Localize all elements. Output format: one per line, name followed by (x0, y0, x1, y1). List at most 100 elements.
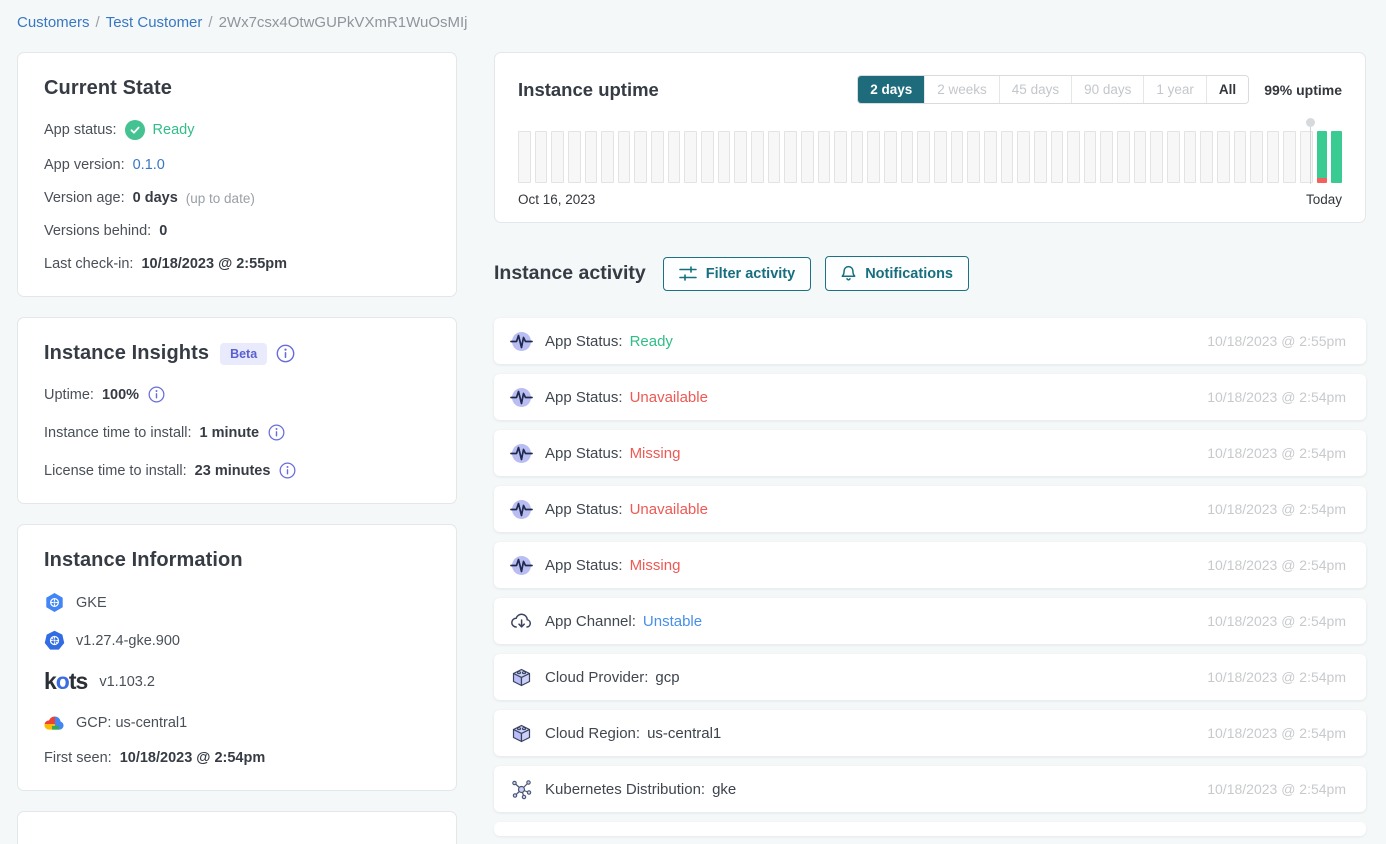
uptime-value: 100% (102, 387, 139, 403)
last-checkin-row: Last check-in: 10/18/2023 @ 2:55pm (44, 256, 430, 272)
filter-icon (679, 266, 697, 282)
uptime-bar (585, 131, 598, 183)
uptime-bar (718, 131, 731, 183)
uptime-bar (834, 131, 847, 183)
uptime-bar (1267, 131, 1280, 183)
instance-tti-value: 1 minute (200, 425, 260, 441)
breadcrumb-customer-link[interactable]: Test Customer (106, 14, 203, 31)
kots-version-row: kots v1.103.2 (44, 668, 430, 695)
uptime-bar (1134, 131, 1147, 183)
app-status-label: App status: (44, 122, 117, 138)
uptime-bar (851, 131, 864, 183)
filter-activity-button[interactable]: Filter activity (663, 257, 811, 291)
breadcrumb-separator: / (96, 14, 100, 31)
instance-tti-label: Instance time to install: (44, 425, 192, 441)
uptime-bar (1150, 131, 1163, 183)
activity-row: App Status: Ready 10/18/2023 @ 2:55pm (494, 318, 1366, 364)
uptime-bar (551, 131, 564, 183)
app-version-link[interactable]: 0.1.0 (133, 157, 165, 173)
activity-row-label: App Status: (545, 389, 623, 406)
activity-row-timestamp: 10/18/2023 @ 2:54pm (1207, 669, 1346, 685)
uptime-bar (618, 131, 631, 183)
activity-row-value: Missing (630, 557, 681, 574)
range-90-days[interactable]: 90 days (1071, 76, 1143, 103)
activity-row-timestamp: 10/18/2023 @ 2:54pm (1207, 725, 1346, 741)
breadcrumb-customers-link[interactable]: Customers (17, 14, 90, 31)
uptime-range-selector: 2 days 2 weeks 45 days 90 days 1 year Al… (857, 75, 1249, 104)
uptime-bar (734, 131, 747, 183)
uptime-bar (701, 131, 714, 183)
range-all[interactable]: All (1206, 76, 1248, 103)
uptime-bar (601, 131, 614, 183)
activity-row-timestamp: 10/18/2023 @ 2:54pm (1207, 389, 1346, 405)
activity-row-label: Cloud Provider: (545, 669, 648, 686)
activity-row: Cloud Provider: gcp 10/18/2023 @ 2:54pm (494, 654, 1366, 700)
range-1-year[interactable]: 1 year (1143, 76, 1206, 103)
uptime-bar (1283, 131, 1296, 183)
activity-row: App Channel: Unstable 10/18/2023 @ 2:54p… (494, 598, 1366, 644)
gke-icon (44, 592, 65, 613)
info-icon[interactable] (148, 386, 165, 403)
page: Customers/Test Customer/2Wx7csx4OtwGUPkV… (0, 0, 1386, 844)
distribution-row: GKE (44, 592, 430, 613)
uptime-bar (984, 131, 997, 183)
first-seen-label: First seen: (44, 750, 112, 766)
license-tti-label: License time to install: (44, 463, 187, 479)
instance-information-title: Instance Information (44, 549, 430, 572)
activity-row-value: Unavailable (630, 389, 708, 406)
uptime-bars (518, 131, 1342, 183)
instance-information-card: Instance Information GKE v1.27.4-gke.900… (17, 524, 457, 791)
gcp-icon (44, 712, 65, 733)
activity-row: App Status: Missing 10/18/2023 @ 2:54pm (494, 430, 1366, 476)
box-icon (510, 666, 533, 689)
first-seen-row: First seen: 10/18/2023 @ 2:54pm (44, 750, 430, 766)
cloud-row: GCP: us-central1 (44, 712, 430, 733)
range-2-weeks[interactable]: 2 weeks (924, 76, 999, 103)
uptime-bar (1100, 131, 1113, 183)
uptime-chart[interactable]: Oct 16, 2023 Today (518, 131, 1342, 207)
version-age-note: (up to date) (186, 191, 255, 206)
info-icon[interactable] (279, 462, 296, 479)
app-status-value: Ready (153, 122, 195, 138)
uptime-bar (568, 131, 581, 183)
activity-row-timestamp: 10/18/2023 @ 2:54pm (1207, 501, 1346, 517)
activity-row: App Status: Unavailable 10/18/2023 @ 2:5… (494, 486, 1366, 532)
first-seen-value: 10/18/2023 @ 2:54pm (120, 750, 266, 766)
range-2-days[interactable]: 2 days (858, 76, 924, 103)
versions-behind-value: 0 (159, 223, 167, 239)
uptime-bar (1067, 131, 1080, 183)
cloud-download-icon (510, 610, 533, 633)
activity-row-value: Ready (630, 333, 673, 350)
uptime-bar (967, 131, 980, 183)
activity-row-label: App Status: (545, 445, 623, 462)
uptime-bar (1217, 131, 1230, 183)
notifications-button[interactable]: Notifications (825, 256, 969, 291)
instance-uptime-card: Instance uptime 2 days 2 weeks 45 days 9… (494, 52, 1366, 223)
license-tti-value: 23 minutes (195, 463, 271, 479)
pulse-icon (510, 386, 533, 409)
uptime-bar (1117, 131, 1130, 183)
scrubber-handle[interactable] (1306, 118, 1315, 127)
range-45-days[interactable]: 45 days (999, 76, 1071, 103)
activity-header: Instance activity Filter activity Notifi… (494, 256, 1366, 291)
app-version-row: App version: 0.1.0 (44, 157, 430, 173)
left-column: Current State App status: Ready App vers… (17, 52, 457, 844)
info-icon[interactable] (276, 344, 295, 363)
check-circle-icon (125, 120, 145, 140)
uptime-summary: 99% uptime (1264, 82, 1342, 98)
uptime-bar (668, 131, 681, 183)
uptime-bar (951, 131, 964, 183)
uptime-bar (535, 131, 548, 183)
activity-row-timestamp: 10/18/2023 @ 2:54pm (1207, 445, 1346, 461)
uptime-bar (1184, 131, 1197, 183)
activity-row-value: gcp (655, 669, 679, 686)
activity-row-label: App Status: (545, 557, 623, 574)
app-version-label: App version: (44, 157, 125, 173)
info-icon[interactable] (268, 424, 285, 441)
pulse-icon (510, 330, 533, 353)
activity-row-value: Missing (630, 445, 681, 462)
uptime-row: Uptime: 100% (44, 386, 430, 403)
activity-row-value[interactable]: Unstable (643, 613, 702, 630)
instance-tti-row: Instance time to install: 1 minute (44, 424, 430, 441)
activity-row-partial (494, 822, 1366, 836)
